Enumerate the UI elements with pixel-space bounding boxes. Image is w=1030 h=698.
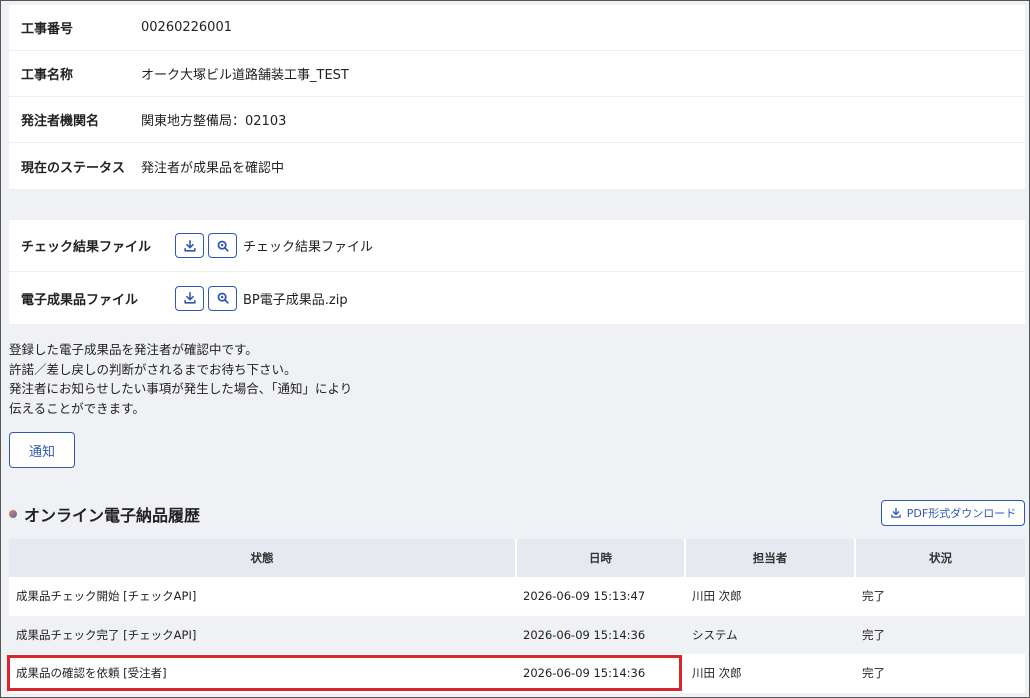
column-header-status: 状況 — [855, 539, 1025, 577]
download-icon — [183, 239, 196, 252]
preview-button[interactable] — [208, 285, 237, 311]
column-header-datetime: 日時 — [516, 539, 686, 577]
cell-person: システム — [685, 615, 855, 654]
column-header-state: 状態 — [9, 539, 517, 577]
info-value: 00260226001 — [141, 20, 232, 35]
file-row-deliverable: 電子成果品ファイル BP電子成果品.zip — [9, 272, 1025, 324]
download-button[interactable] — [175, 285, 204, 311]
notice-line: 登録した電子成果品を発注者が確認中です。 — [9, 342, 258, 357]
pdf-download-button[interactable]: PDF形式ダウンロード — [881, 500, 1025, 526]
cell-datetime: 2026-06-09 15:13:47 — [516, 577, 685, 616]
cell-state: 成果品チェック完了 [チェックAPI] — [9, 615, 516, 654]
table-header-row: 状態 日時 担当者 状況 — [9, 539, 1025, 577]
info-value: 発注者が成果品を確認中 — [141, 160, 285, 176]
table-row: 成果品チェック開始 [チェックAPI] 2026-06-09 15:13:47 … — [9, 577, 1025, 616]
file-row-check-result: チェック結果ファイル チェック結果ファイル — [9, 220, 1025, 272]
cell-datetime: 2026-06-09 15:14:36 — [516, 654, 685, 693]
download-icon — [183, 291, 196, 304]
file-name: チェック結果ファイル — [243, 240, 374, 255]
cell-status: 完了 — [855, 577, 1025, 616]
file-label: チェック結果ファイル — [21, 240, 152, 255]
cell-person: 川田 次郎 — [685, 577, 855, 616]
cell-status: 完了 — [855, 615, 1025, 654]
cell-state: 成果品チェック開始 [チェックAPI] — [9, 577, 516, 616]
info-row-orderer: 発注者機関名 関東地方整備局：02103 — [9, 97, 1025, 143]
info-label: 工事名称 — [21, 68, 74, 83]
zoom-icon — [217, 292, 229, 304]
column-header-person: 担当者 — [685, 539, 856, 577]
info-label: 現在のステータス — [21, 160, 126, 176]
bullet-icon — [9, 510, 17, 518]
info-label: 工事番号 — [21, 22, 74, 37]
history-section-title: オンライン電子納品履歴 — [9, 502, 200, 526]
download-icon — [890, 507, 901, 518]
info-row-project-number: 工事番号 00260226001 — [9, 5, 1025, 51]
file-label: 電子成果品ファイル — [21, 292, 139, 308]
notice-line: 発注者にお知らせしたい事項が発生した場合、「通知」により — [9, 381, 353, 396]
info-row-status: 現在のステータス 発注者が成果品を確認中 — [9, 143, 1025, 189]
table-row: 成果品チェック完了 [チェックAPI] 2026-06-09 15:14:36 … — [9, 615, 1025, 654]
info-label: 発注者機関名 — [21, 114, 100, 129]
cell-datetime: 2026-06-09 15:14:36 — [516, 615, 685, 654]
notice-line: 許諾／差し戻しの判断がされるまでお待ち下さい。 — [9, 361, 297, 377]
history-table: 状態 日時 担当者 状況 成果品チェック開始 [チェックAPI] 2026-06… — [9, 539, 1025, 693]
files-table: チェック結果ファイル チェック結果ファイル 電子成果品ファイル BP電子成果品.… — [9, 220, 1025, 324]
file-name: BP電子成果品.zip — [243, 292, 348, 308]
zoom-icon — [217, 240, 229, 252]
cell-person: 川田 次郎 — [685, 654, 855, 693]
preview-button[interactable] — [208, 233, 237, 258]
download-button[interactable] — [175, 233, 204, 258]
pdf-download-label: PDF形式ダウンロード — [906, 507, 1017, 520]
history-title: オンライン電子納品履歴 — [24, 506, 201, 525]
cell-state: 成果品の確認を依頼 [受注者] — [9, 654, 516, 693]
cell-status: 完了 — [855, 654, 1025, 693]
notice-text: 登録した電子成果品を発注者が確認中です。 許諾／差し戻しの判断がされるまでお待ち… — [9, 340, 352, 418]
notice-line: 伝えることができます。 — [9, 400, 145, 416]
table-row: 成果品の確認を依頼 [受注者] 2026-06-09 15:14:36 川田 次… — [9, 654, 1025, 693]
notify-button[interactable]: 通知 — [9, 432, 75, 468]
project-info-table: 工事番号 00260226001 工事名称 オーク大塚ビル道路舗装工事_TEST… — [9, 5, 1025, 189]
info-value: 関東地方整備局：02103 — [141, 114, 287, 129]
info-row-project-name: 工事名称 オーク大塚ビル道路舗装工事_TEST — [9, 51, 1025, 97]
info-value: オーク大塚ビル道路舗装工事_TEST — [141, 68, 349, 83]
